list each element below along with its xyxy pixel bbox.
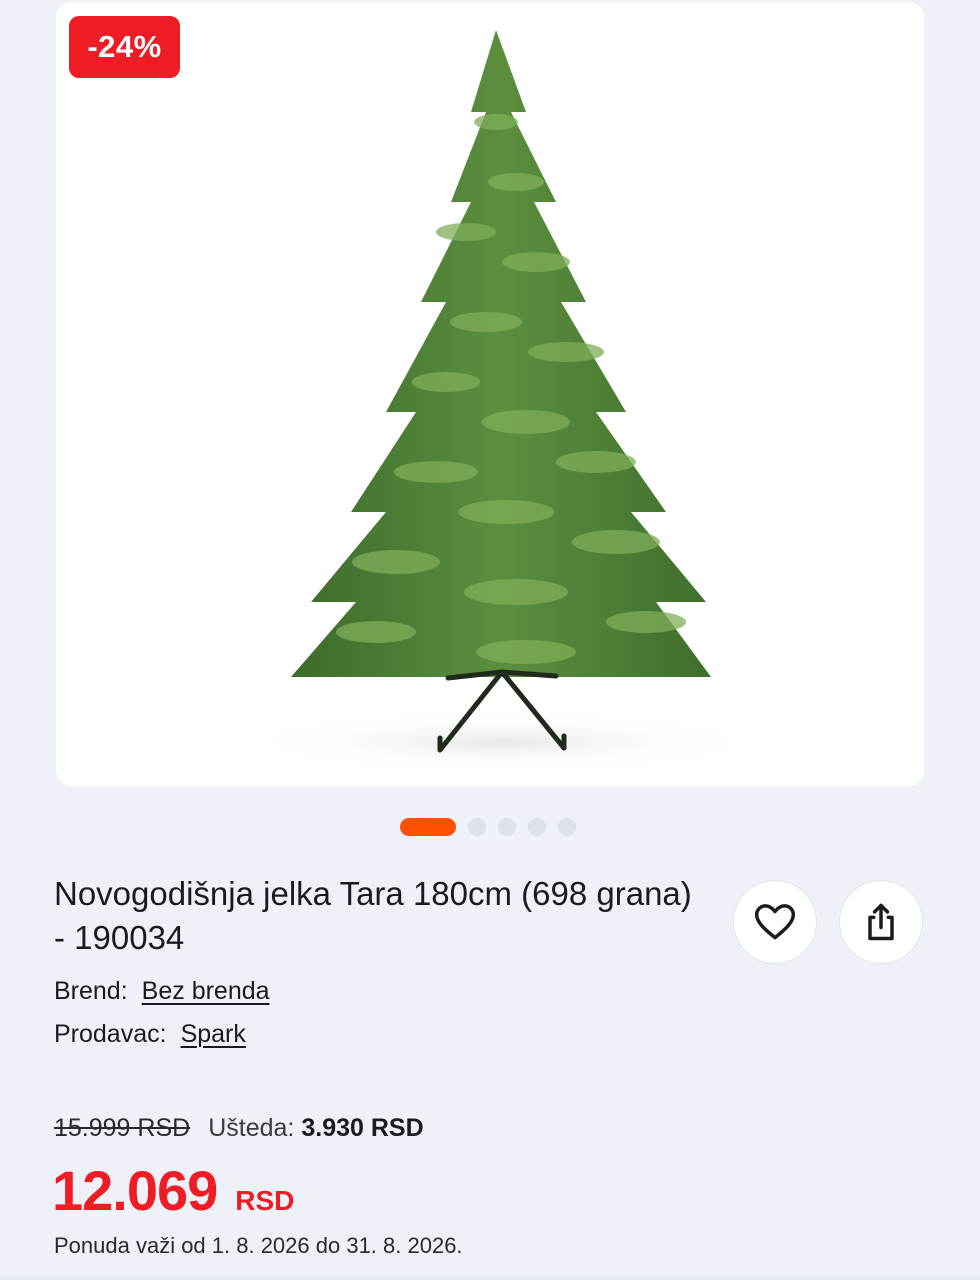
share-icon [868,903,894,941]
bottom-divider [0,1276,980,1280]
favorite-button[interactable] [733,880,817,964]
heart-icon [754,904,796,940]
brand-link[interactable]: Bez brenda [142,977,270,1005]
seller-link[interactable]: Spark [181,1020,246,1048]
gallery-dot[interactable] [558,818,576,836]
gallery-dot-active[interactable] [400,818,456,836]
brand-label: Brend: [54,977,128,1005]
savings-label: Ušteda: [208,1114,295,1142]
share-button[interactable] [839,880,923,964]
price-value: 12.069 [52,1159,218,1222]
gallery-pagination [400,818,576,836]
gallery-dot[interactable] [528,818,546,836]
price-currency: RSD [235,1185,295,1216]
gallery-dot[interactable] [468,818,486,836]
old-price-row: 15.999 RSD Ušteda: 3.930 RSD [54,1113,424,1143]
current-price: 12.069 RSD [52,1158,294,1223]
brand-row: Brend: Bez brenda [54,976,270,1006]
seller-label: Prodavac: [54,1020,167,1048]
product-image [241,30,761,772]
discount-badge: -24% [69,16,180,78]
offer-validity: Ponuda važi od 1. 8. 2026 do 31. 8. 2026… [54,1233,463,1258]
seller-row: Prodavac: Spark [54,1019,246,1049]
savings-value: 3.930 RSD [301,1114,424,1142]
gallery-dot[interactable] [498,818,516,836]
product-title: Novogodišnja jelka Tara 180cm (698 grana… [54,875,692,956]
product-image-card[interactable]: -24% [56,2,924,786]
old-price: 15.999 RSD [54,1114,191,1142]
